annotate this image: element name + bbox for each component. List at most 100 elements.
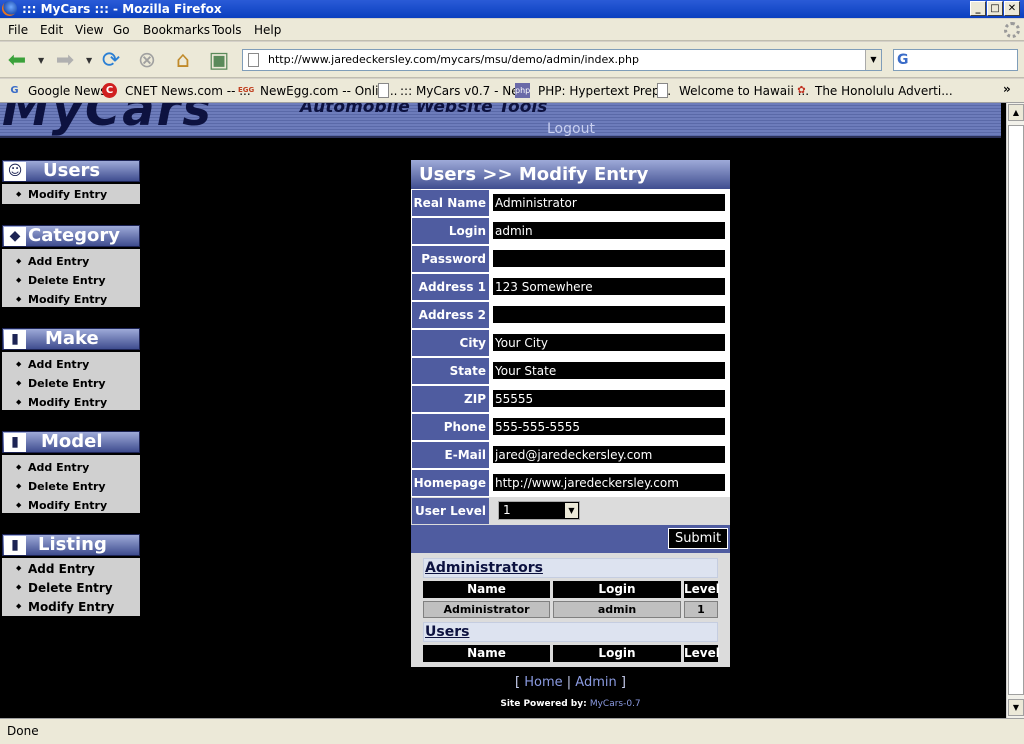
menu-view[interactable]: View (75, 23, 103, 37)
maximize-button[interactable]: □ (987, 1, 1003, 16)
sidebar-item-make-modify[interactable]: Modify Entry (16, 396, 107, 409)
back-dropdown-icon[interactable]: ▼ (38, 56, 44, 65)
field-label: Password (412, 246, 489, 272)
make-icon: ▮ (4, 330, 26, 349)
table-header-login: Login (553, 645, 681, 662)
sidebar-item-make-add[interactable]: Add Entry (16, 358, 89, 371)
password-input[interactable] (491, 248, 727, 269)
field-label: E-Mail (412, 442, 489, 468)
bookmark-mycars[interactable]: ::: MyCars v0.7 - Ne... (400, 84, 530, 98)
sidebar-item-category-add[interactable]: Add Entry (16, 255, 89, 268)
forward-icon[interactable]: ➡ (52, 48, 78, 73)
bookmark-add-icon[interactable]: ▣ (206, 48, 232, 73)
site-logo: MyCars (2, 103, 213, 137)
menu-help[interactable]: Help (254, 23, 281, 37)
menu-edit[interactable]: Edit (40, 23, 63, 37)
scroll-up-icon[interactable]: ▲ (1008, 104, 1024, 121)
address-bar[interactable]: http://www.jaredeckersley.com/mycars/msu… (242, 49, 882, 71)
chevron-right-icon[interactable]: » (1003, 82, 1011, 96)
sidebar-item-model-modify[interactable]: Modify Entry (16, 499, 107, 512)
scroll-down-icon[interactable]: ▼ (1008, 699, 1024, 716)
back-icon[interactable]: ⬅ (4, 48, 30, 73)
home-link[interactable]: Home (524, 675, 562, 690)
google-search-icon[interactable]: G (897, 52, 909, 68)
table-cell-login[interactable]: admin (553, 601, 681, 618)
user-tables: Administrators Name Login Level Administ… (411, 553, 730, 667)
url-text[interactable]: http://www.jaredeckersley.com/mycars/msu… (268, 53, 639, 66)
listing-icon: ▮ (4, 536, 26, 555)
field-label: City (412, 330, 489, 356)
home-icon[interactable]: ⌂ (170, 48, 196, 73)
form-row-password: Password (411, 245, 730, 273)
field-label: Phone (412, 414, 489, 440)
reload-icon[interactable]: ⟳ (98, 48, 124, 73)
administrators-caption: Administrators (423, 558, 718, 578)
url-dropdown-icon[interactable]: ▼ (865, 50, 881, 70)
search-box[interactable]: G (893, 49, 1018, 71)
sidebar-category-menu: Add Entry Delete Entry Modify Entry (2, 249, 140, 307)
section-title: Make (45, 328, 99, 349)
mycars-version-link[interactable]: MyCars-0.7 (590, 699, 641, 709)
cnet-icon: C (102, 83, 117, 98)
field-label: ZIP (412, 386, 489, 412)
status-text: Done (7, 724, 39, 738)
bookmark-honolulu[interactable]: The Honolulu Adverti... (815, 84, 953, 98)
homepage-input[interactable] (491, 472, 727, 493)
zip-input[interactable] (491, 388, 727, 409)
vertical-scrollbar[interactable]: ▲ ▼ (1006, 103, 1024, 718)
sidebar-item-category-modify[interactable]: Modify Entry (16, 293, 107, 306)
sidebar-item-listing-delete[interactable]: Delete Entry (16, 581, 113, 595)
submit-button[interactable]: Submit (668, 528, 728, 549)
bookmark-google-news[interactable]: Google News (28, 84, 107, 98)
sidebar-item-model-add[interactable]: Add Entry (16, 461, 89, 474)
logout-link[interactable]: Logout (547, 121, 595, 137)
field-label: User Level (412, 498, 489, 524)
stop-icon[interactable]: ⊗ (134, 48, 160, 73)
field-label: Homepage (412, 470, 489, 496)
throbber-icon (1004, 22, 1020, 38)
login-name-input[interactable] (491, 220, 727, 241)
menu-tools[interactable]: Tools (212, 23, 242, 37)
bookmarks-toolbar: G Google News C CNET News.com -- ... EGG… (0, 79, 1024, 103)
sidebar-item-category-delete[interactable]: Delete Entry (16, 274, 106, 287)
scroll-thumb[interactable] (1008, 125, 1024, 695)
honolulu-icon: ✿ (797, 85, 806, 96)
state-input[interactable] (491, 360, 727, 381)
sidebar-item-listing-add[interactable]: Add Entry (16, 562, 95, 576)
footer-bracket: ] (616, 675, 626, 690)
user-level-value: 1 (503, 503, 511, 517)
form-row-phone: Phone (411, 413, 730, 441)
navigation-toolbar: ⬅ ▼ ➡ ▼ ⟳ ⊗ ⌂ ▣ http://www.jaredeckersle… (0, 42, 1024, 78)
phone-input[interactable] (491, 416, 727, 437)
menu-bookmarks[interactable]: Bookmarks (143, 23, 210, 37)
sidebar-item-make-delete[interactable]: Delete Entry (16, 377, 106, 390)
city-input[interactable] (491, 332, 727, 353)
bookmark-cnet[interactable]: CNET News.com -- ... (125, 84, 251, 98)
forward-dropdown-icon[interactable]: ▼ (86, 56, 92, 65)
email-input[interactable] (491, 444, 727, 465)
page-content: MyCars Automobile Website Tools Logout ☺… (0, 103, 1006, 718)
address-1-input[interactable] (491, 276, 727, 297)
site-banner: MyCars Automobile Website Tools Logout (0, 103, 1001, 138)
section-title: Category (28, 225, 121, 246)
admin-link[interactable]: Admin (575, 675, 616, 690)
field-label: State (412, 358, 489, 384)
user-level-select[interactable]: 1 ▼ (498, 501, 580, 520)
form-row-user-level: User Level 1 ▼ (411, 497, 730, 525)
minimize-button[interactable]: _ (970, 1, 986, 16)
menu-file[interactable]: File (8, 23, 28, 37)
bookmark-newegg[interactable]: NewEgg.com -- Onlin... (260, 84, 398, 98)
field-label: Address 1 (412, 274, 489, 300)
sidebar-item-users-modify[interactable]: Modify Entry (16, 188, 107, 201)
bookmark-php[interactable]: PHP: Hypertext Prep... (538, 84, 671, 98)
close-button[interactable]: ✕ (1004, 1, 1020, 16)
sidebar-item-model-delete[interactable]: Delete Entry (16, 480, 106, 493)
address-2-input[interactable] (491, 304, 727, 325)
chevron-down-icon[interactable]: ▼ (565, 503, 578, 518)
sidebar-item-listing-modify[interactable]: Modify Entry (16, 600, 114, 614)
real-name-input[interactable] (491, 192, 727, 213)
menu-go[interactable]: Go (113, 23, 130, 37)
bookmark-hawaii[interactable]: Welcome to Hawaii ... (679, 84, 809, 98)
table-cell-name[interactable]: Administrator (423, 601, 550, 618)
google-news-icon: G (10, 85, 19, 96)
